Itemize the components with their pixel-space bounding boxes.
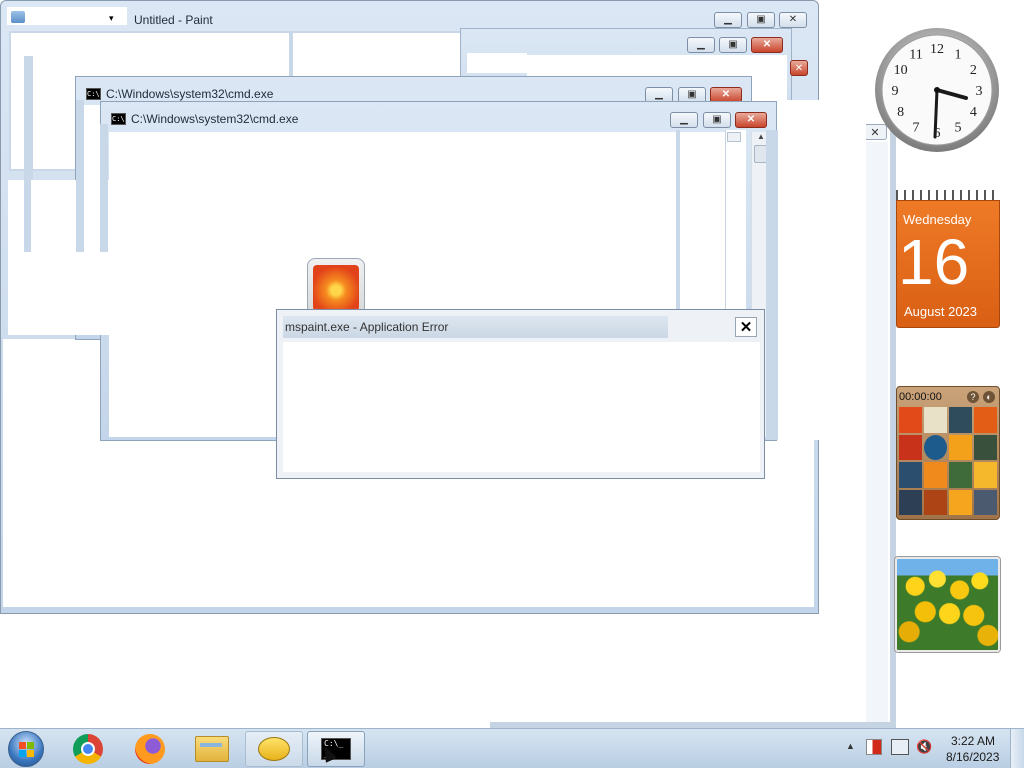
tray-time[interactable]: 3:22 AM [951,734,995,748]
clock-numeral: 1 [955,48,962,63]
puzzle-grid[interactable] [899,407,997,515]
taskbar-firefox-button[interactable] [121,731,179,767]
error-dialog-body [283,342,760,472]
quick-access-dropdown-icon[interactable]: ▾ [109,13,114,24]
ghost-white-left [8,180,278,335]
help-icon[interactable]: ? [967,391,979,403]
ghost-strip-b [76,100,84,252]
cmd-front-maximize-button[interactable]: ▣ [703,112,731,128]
firefox-icon [135,734,165,764]
maximize-icon: ▣ [728,39,738,50]
tulips-photo [897,559,998,650]
ghost-strip-c [100,124,108,252]
folder-icon [195,736,229,762]
clock-gadget[interactable]: 12 1 2 3 4 5 6 7 8 9 10 11 [874,27,1002,155]
maximize-icon: ▣ [712,114,722,125]
clock-face-icon: 12 1234567891011 [875,28,999,152]
clock-numeral: 2 [970,63,977,78]
clock-numeral: 12 [930,42,944,57]
cmd-front-close-button[interactable]: ✕ [735,112,767,128]
paint-minimize-button[interactable]: ▁ [714,12,742,28]
clock-numeral: 11 [909,48,922,63]
error-dialog-title: mspaint.exe - Application Error [285,320,449,334]
clock-numeral: 3 [976,84,983,99]
cmd-front-minimize-button[interactable]: ▁ [670,112,698,128]
close-icon: ✕ [746,114,756,125]
puzzle-settings-icon[interactable]: ◐ [983,391,995,403]
flag-icon[interactable] [866,739,882,755]
paint-app-icon[interactable] [11,11,25,23]
background-window-scrollbar[interactable] [866,142,888,722]
error-dialog: mspaint.exe - Application Error ✕ [276,309,765,479]
cmd-front-scroll-ghost [727,132,741,142]
ghost-close-button[interactable]: ✕ [751,37,783,53]
paint-maximize-button[interactable]: ▣ [747,12,775,28]
cmd-front-icon: C:\ [111,113,126,125]
taskbar-explorer-button[interactable] [183,731,241,767]
close-icon: ✕ [788,14,798,25]
clock-numeral: 8 [897,105,904,120]
picture-puzzle-gadget[interactable]: 00:00:00 ? ◐ [896,386,1000,520]
calendar-gadget[interactable]: Wednesday 16 August 2023 [896,190,1001,328]
network-icon[interactable] [891,739,909,755]
clock-numeral: 10 [894,63,908,78]
close-icon: ✕ [762,39,772,50]
clock-numeral: 5 [955,120,962,135]
ghost-close-partial[interactable]: ✕ [790,60,808,76]
minimize-icon: ▁ [680,114,688,125]
ghost-white-strip [110,150,290,170]
minimize-icon: ▁ [697,39,705,50]
ghost-maximize-button[interactable]: ▣ [719,37,747,53]
tray-date[interactable]: 8/16/2023 [946,750,999,764]
clock-numeral: 7 [913,120,920,135]
calendar-day: 16 [898,226,970,298]
cmd-front-inner-stripe [725,130,746,310]
speech-bubble-icon [258,737,290,761]
taskbar: C:\_ _ ▲ 🔇 3:22 AM 8/16/2023 [0,728,1024,768]
clock-numeral: 4 [970,105,977,120]
calendar-month-year: August 2023 [904,304,978,319]
ghost-white-block [778,100,866,440]
paint-title: Untitled - Paint [134,13,213,27]
volume-muted-icon[interactable]: 🔇 [916,739,934,755]
up-arrow-icon[interactable]: ▲ [846,741,855,751]
paint-close-button[interactable]: ✕ [779,12,807,28]
close-icon: ✕ [721,89,731,100]
calendar-weekday: Wednesday [903,212,972,227]
cmd-front-title: C:\Windows\system32\cmd.exe [131,112,299,126]
ghost-window-inner [467,53,527,73]
ghost-minimize-button[interactable]: ▁ [687,37,715,53]
ghost-strip-e [766,130,778,440]
minimize-icon: ▁ [724,14,732,25]
puzzle-timer: 00:00:00 [899,391,942,403]
show-desktop-button[interactable] [1010,729,1024,768]
paint-app-logo-icon [307,258,365,316]
taskbar-feedback-button[interactable] [245,731,303,767]
clock-numeral: 9 [892,84,899,99]
taskbar-chrome-button[interactable] [59,731,117,767]
windows-start-icon[interactable] [8,731,44,767]
maximize-icon: ▣ [687,89,697,100]
cmd-back-icon: C:\ [86,88,101,100]
ghost-strip-d [676,130,680,338]
slideshow-gadget[interactable] [895,557,1000,652]
cmd-back-title: C:\Windows\system32\cmd.exe [106,87,274,101]
error-dialog-close-button[interactable]: ✕ [735,317,757,337]
chrome-icon [73,734,103,764]
ghost-strip-a [24,56,31,252]
maximize-icon: ▣ [756,14,766,25]
taskbar-cmd-button[interactable]: C:\_ _ [307,731,365,767]
minimize-icon: ▁ [655,89,663,100]
close-icon: ✕ [739,319,753,336]
